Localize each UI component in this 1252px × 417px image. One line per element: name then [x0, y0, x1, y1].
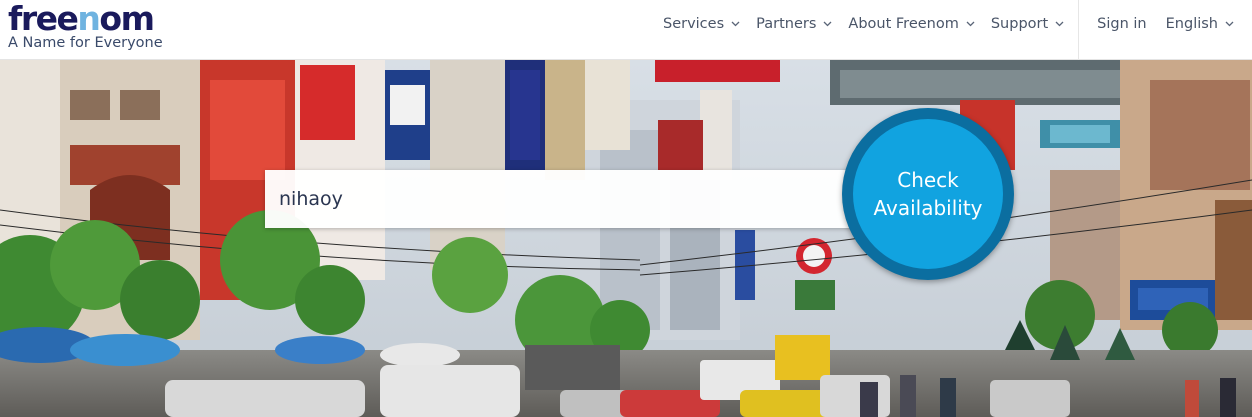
nav-item-support[interactable]: Support	[983, 16, 1072, 32]
domain-search-box	[265, 170, 875, 228]
chevron-down-icon	[1055, 21, 1064, 27]
nav-item-label: Partners	[756, 16, 817, 32]
check-availability-inner: Check Availability	[853, 119, 1003, 269]
nav-item-about[interactable]: About Freenom	[840, 16, 982, 32]
check-availability-line1: Check	[897, 168, 959, 192]
hero-banner: Check Availability	[0, 60, 1252, 417]
check-availability-button[interactable]: Check Availability	[842, 108, 1014, 280]
site-header: freenom A Name for Everyone Services Par…	[0, 0, 1252, 60]
nav-divider	[1078, 0, 1080, 60]
main-nav: Services Partners About Freenom Support …	[655, 0, 1252, 60]
nav-item-label: Support	[990, 16, 1049, 32]
freenom-logo[interactable]: freenom A Name for Everyone	[8, 2, 163, 51]
domain-search-input[interactable]	[265, 170, 875, 228]
sign-in-link[interactable]: Sign in	[1089, 16, 1157, 32]
chevron-down-icon	[1225, 21, 1234, 27]
sign-in-label: Sign in	[1097, 16, 1147, 32]
check-availability-line2: Availability	[873, 196, 983, 220]
nav-item-label: Services	[662, 16, 725, 32]
logo-tagline: A Name for Everyone	[8, 35, 163, 51]
street-scene-background	[0, 60, 1252, 417]
nav-item-services[interactable]: Services	[655, 16, 748, 32]
nav-item-label: About Freenom	[848, 16, 959, 32]
nav-item-partners[interactable]: Partners	[748, 16, 840, 32]
chevron-down-icon	[731, 21, 740, 27]
language-label: English	[1165, 16, 1218, 32]
logo-wordmark: freenom	[8, 0, 155, 38]
language-selector[interactable]: English	[1158, 16, 1252, 32]
chevron-down-icon	[966, 21, 975, 27]
chevron-down-icon	[823, 21, 832, 27]
